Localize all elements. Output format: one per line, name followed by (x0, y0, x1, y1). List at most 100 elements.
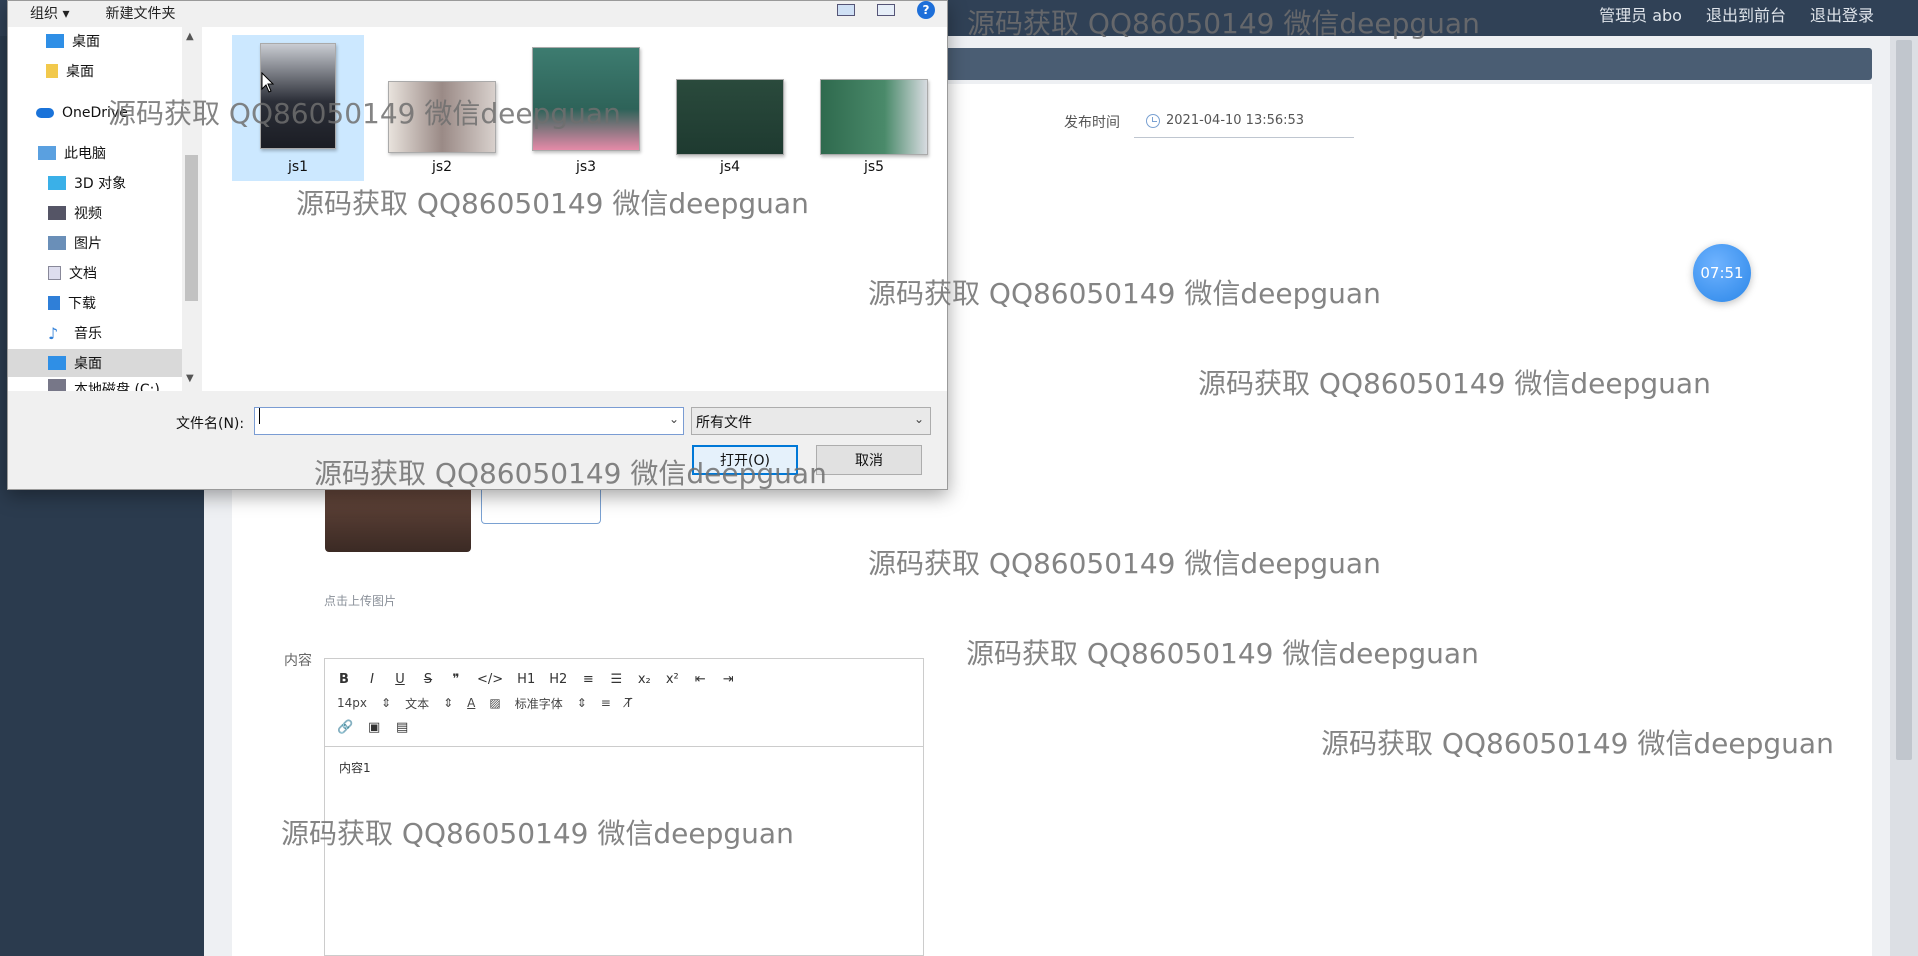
chevron-updown-icon: ⇕ (443, 696, 454, 710)
font-family-select[interactable]: 标准字体 (515, 695, 563, 712)
nav-item-desktop-2[interactable]: 桌面 (8, 57, 182, 85)
file-item[interactable]: js3 (520, 35, 652, 181)
image-icon[interactable]: ▣ (367, 720, 381, 735)
code-button[interactable]: </> (477, 672, 503, 687)
nav-item-onedrive[interactable]: OneDrive (8, 99, 182, 127)
nav-item-pictures[interactable]: 图片 (8, 229, 182, 257)
outdent-button[interactable]: ⇤ (693, 672, 707, 687)
nav-item-label: 文档 (69, 266, 97, 282)
preview-pane-icon[interactable] (877, 4, 895, 16)
h2-button[interactable]: H2 (549, 672, 567, 687)
nav-item-desktop-1[interactable]: 桌面 (8, 27, 182, 55)
clear-format-icon[interactable]: T̸ (625, 696, 632, 710)
bold-button[interactable]: B (337, 672, 351, 687)
dialog-footer: 文件名(N): ⌄ 所有文件 ⌄ 打开(O) 取消 (8, 393, 947, 489)
page-header-strip (900, 48, 1872, 80)
font-size-select[interactable]: 14px (337, 696, 367, 710)
timer-bubble[interactable]: 07:51 (1693, 244, 1751, 302)
file-item[interactable]: js1 (232, 35, 364, 181)
uploaded-image-thumbnail[interactable] (325, 480, 471, 552)
organize-menu[interactable]: 组织 ▾ (30, 3, 69, 23)
desktop-icon (48, 356, 66, 370)
filename-input[interactable]: ⌄ (254, 407, 684, 435)
indent-button[interactable]: ⇥ (721, 672, 735, 687)
file-type-filter-value: 所有文件 (696, 415, 752, 431)
nav-item-local-disk[interactable]: 本地磁盘 (C:) (8, 379, 182, 391)
content-label: 内容 (284, 653, 312, 669)
chevron-down-icon[interactable]: ⌄ (669, 412, 679, 426)
subscript-button[interactable]: x₂ (637, 672, 651, 687)
file-item[interactable]: js2 (376, 35, 508, 181)
image-thumbnail (388, 81, 496, 153)
strike-button[interactable]: S (421, 672, 435, 687)
nav-item-3d-objects[interactable]: 3D 对象 (8, 169, 182, 197)
superscript-button[interactable]: x² (665, 672, 679, 687)
new-folder-button[interactable]: 新建文件夹 (105, 3, 175, 23)
video-icon[interactable]: ▤ (395, 720, 409, 735)
file-open-dialog: 组织 ▾ 新建文件夹 ? 桌面 桌面 OneDrive 此电脑 3D 对象 视频… (7, 0, 948, 490)
editor-content[interactable]: 内容1 (325, 747, 923, 788)
editor-toolbar: B I U S ❞ </> H1 H2 ≡ ☰ x₂ x² ⇤ ⇥ 14px ⇕… (325, 659, 923, 747)
nav-item-desktop-3[interactable]: 桌面 (8, 349, 182, 377)
folder-icon (46, 64, 58, 78)
chevron-down-icon: ⌄ (913, 412, 924, 426)
page-scrollbar[interactable] (1890, 36, 1918, 956)
nav-item-documents[interactable]: 文档 (8, 259, 182, 287)
computer-icon (38, 146, 56, 160)
font-color-icon[interactable]: A (467, 696, 475, 710)
nav-item-label: 图片 (74, 236, 102, 252)
logout-link[interactable]: 退出登录 (1810, 2, 1874, 26)
view-options-icon[interactable] (837, 4, 855, 16)
filename-label: 文件名(N): (176, 416, 245, 432)
nav-item-downloads[interactable]: 下载 (8, 289, 182, 317)
upload-hint: 点击上传图片 (324, 594, 397, 608)
nav-item-label: 桌面 (72, 34, 100, 50)
ordered-list-button[interactable]: ≡ (581, 672, 595, 687)
background-color-icon[interactable]: ▨ (489, 696, 500, 710)
image-thumbnail (676, 79, 784, 155)
cloud-icon (36, 108, 54, 118)
file-type-filter[interactable]: 所有文件 ⌄ (691, 407, 931, 435)
nav-item-label: 此电脑 (64, 146, 106, 162)
navigation-scrollbar-thumb[interactable] (185, 155, 198, 301)
underline-button[interactable]: U (393, 672, 407, 687)
blockquote-button[interactable]: ❞ (449, 672, 463, 687)
file-item[interactable]: js4 (664, 35, 796, 181)
help-icon[interactable]: ? (917, 1, 935, 19)
page-scrollbar-thumb[interactable] (1896, 40, 1912, 760)
bullet-list-button[interactable]: ☰ (609, 672, 623, 687)
navigation-pane: 桌面 桌面 OneDrive 此电脑 3D 对象 视频 图片 文档 下载 ♪ 音… (8, 27, 201, 391)
drive-icon (48, 379, 66, 391)
document-icon (48, 266, 61, 280)
admin-user-label: 管理员 abo (1599, 6, 1682, 25)
open-button[interactable]: 打开(O) (692, 445, 798, 475)
h1-button[interactable]: H1 (517, 672, 535, 687)
publish-time-value: 2021-04-10 13:56:53 (1166, 113, 1305, 128)
link-icon[interactable]: 🔗 (337, 720, 353, 735)
exit-to-frontend-link[interactable]: 退出到前台 (1706, 2, 1786, 26)
file-name: js2 (431, 159, 453, 175)
image-thumbnail (260, 43, 336, 149)
cancel-button[interactable]: 取消 (816, 445, 922, 475)
file-name: js4 (719, 159, 741, 175)
align-icon[interactable]: ≡ (601, 696, 611, 710)
dialog-command-bar: 组织 ▾ 新建文件夹 ? (8, 1, 947, 25)
text-type-select[interactable]: 文本 (405, 695, 429, 712)
chevron-updown-icon: ⇕ (381, 696, 392, 710)
nav-item-music[interactable]: ♪ 音乐 (8, 319, 182, 347)
nav-item-videos[interactable]: 视频 (8, 199, 182, 227)
navigation-scrollbar[interactable]: ▲ ▼ (182, 27, 201, 391)
nav-item-label: 桌面 (74, 356, 102, 372)
picture-icon (48, 236, 66, 250)
video-icon (48, 206, 66, 220)
italic-button[interactable]: I (365, 672, 379, 687)
nav-item-this-pc[interactable]: 此电脑 (8, 139, 182, 167)
file-item[interactable]: js5 (808, 35, 940, 181)
chevron-down-icon[interactable]: ▼ (186, 373, 194, 384)
image-thumbnail (532, 47, 640, 151)
publish-time-field[interactable]: 2021-04-10 13:56:53 (1134, 104, 1354, 138)
file-list-pane: js1 js2 js3 js4 js5 (202, 27, 947, 391)
cube-icon (48, 176, 66, 190)
chevron-up-icon[interactable]: ▲ (186, 31, 194, 42)
rich-text-editor: B I U S ❞ </> H1 H2 ≡ ☰ x₂ x² ⇤ ⇥ 14px ⇕… (324, 658, 924, 956)
